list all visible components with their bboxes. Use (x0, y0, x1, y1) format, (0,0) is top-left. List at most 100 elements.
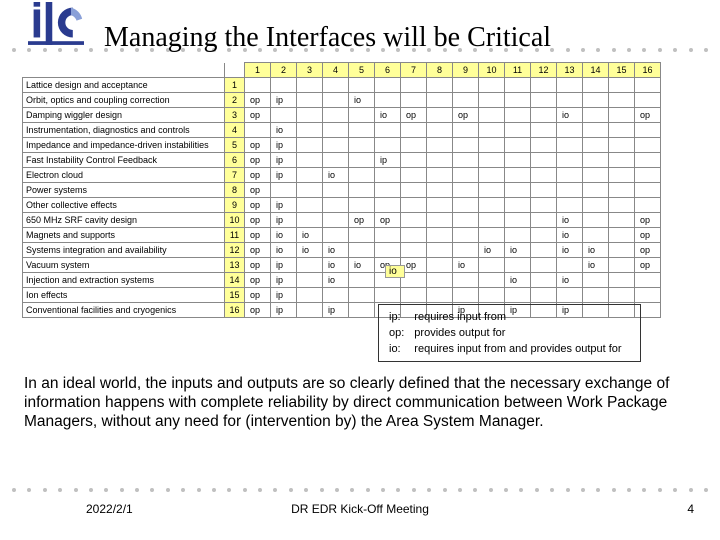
matrix-cell (635, 183, 661, 198)
matrix-cell (531, 213, 557, 228)
matrix-cell (531, 183, 557, 198)
matrix-cell: io (453, 258, 479, 273)
matrix-cell (557, 78, 583, 93)
matrix-cell (609, 243, 635, 258)
matrix-cell: io (557, 213, 583, 228)
matrix-cell (453, 288, 479, 303)
matrix-cell: ip (271, 273, 297, 288)
highlighted-cell: io (385, 265, 405, 278)
matrix-cell: op (635, 258, 661, 273)
matrix-cell: op (401, 108, 427, 123)
matrix-cell (453, 93, 479, 108)
matrix-cell (401, 213, 427, 228)
matrix-cell: op (245, 303, 271, 318)
table-row: Vacuum system13opipioioopopioioop (23, 258, 661, 273)
matrix-cell: io (349, 258, 375, 273)
matrix-cell: ip (271, 93, 297, 108)
legend-key: io: (389, 342, 412, 356)
matrix-cell (479, 168, 505, 183)
matrix-cell: ip (271, 258, 297, 273)
matrix-cell (583, 198, 609, 213)
matrix-cell (323, 288, 349, 303)
matrix-cell (375, 198, 401, 213)
matrix-cell (401, 168, 427, 183)
table-row: Fast Instability Control Feedback6opipip (23, 153, 661, 168)
matrix-cell (583, 93, 609, 108)
col-header: 6 (375, 63, 401, 78)
matrix-cell (427, 273, 453, 288)
matrix-cell (349, 228, 375, 243)
matrix-cell (505, 213, 531, 228)
matrix-cell (297, 213, 323, 228)
matrix-cell: io (323, 168, 349, 183)
row-number: 8 (225, 183, 245, 198)
row-label: Injection and extraction systems (23, 273, 225, 288)
matrix-cell (427, 213, 453, 228)
legend-key: op: (389, 326, 412, 340)
col-header: 5 (349, 63, 375, 78)
row-label: Power systems (23, 183, 225, 198)
matrix-cell (297, 198, 323, 213)
matrix-cell (453, 273, 479, 288)
matrix-cell: op (245, 243, 271, 258)
matrix-cell (505, 198, 531, 213)
row-number: 4 (225, 123, 245, 138)
matrix-cell (479, 108, 505, 123)
matrix-cell (557, 288, 583, 303)
matrix-cell (583, 183, 609, 198)
matrix-cell: ip (271, 213, 297, 228)
matrix-cell (349, 108, 375, 123)
matrix-cell (375, 183, 401, 198)
matrix-cell (349, 198, 375, 213)
page-title: Managing the Interfaces will be Critical (104, 22, 551, 54)
ilc-logo (28, 2, 84, 49)
matrix-cell (635, 78, 661, 93)
row-label: Systems integration and availability (23, 243, 225, 258)
matrix-cell (609, 93, 635, 108)
matrix-cell: ip (271, 138, 297, 153)
matrix-cell (531, 108, 557, 123)
col-header: 13 (557, 63, 583, 78)
legend-table: ip:requires input fromop:provides output… (387, 308, 632, 358)
matrix-cell (401, 138, 427, 153)
matrix-cell (427, 123, 453, 138)
table-row: Power systems8op (23, 183, 661, 198)
interface-table: 12345678910111213141516 Lattice design a… (22, 62, 661, 318)
matrix-cell: op (245, 153, 271, 168)
col-header: 11 (505, 63, 531, 78)
matrix-cell: op (245, 168, 271, 183)
matrix-cell: op (349, 213, 375, 228)
matrix-cell: io (557, 108, 583, 123)
body-paragraph: In an ideal world, the inputs and output… (24, 374, 696, 431)
matrix-cell (349, 288, 375, 303)
matrix-cell (375, 228, 401, 243)
matrix-cell (401, 288, 427, 303)
matrix-cell (271, 108, 297, 123)
matrix-cell (323, 78, 349, 93)
matrix-cell (297, 303, 323, 318)
matrix-cell (375, 138, 401, 153)
matrix-cell (505, 78, 531, 93)
col-header: 14 (583, 63, 609, 78)
matrix-cell (453, 183, 479, 198)
col-header: 15 (609, 63, 635, 78)
col-header: 9 (453, 63, 479, 78)
matrix-cell (505, 138, 531, 153)
matrix-cell (453, 153, 479, 168)
row-label: Lattice design and acceptance (23, 78, 225, 93)
matrix-cell (635, 168, 661, 183)
matrix-cell (505, 288, 531, 303)
matrix-cell (531, 243, 557, 258)
matrix-cell (609, 183, 635, 198)
matrix-cell: op (375, 213, 401, 228)
matrix-cell (297, 78, 323, 93)
matrix-cell (531, 93, 557, 108)
matrix-cell (479, 183, 505, 198)
matrix-cell (505, 153, 531, 168)
matrix-cell (297, 168, 323, 183)
matrix-cell: ip (271, 198, 297, 213)
matrix-cell: op (245, 108, 271, 123)
matrix-cell: io (271, 243, 297, 258)
matrix-cell (479, 93, 505, 108)
matrix-cell (635, 93, 661, 108)
